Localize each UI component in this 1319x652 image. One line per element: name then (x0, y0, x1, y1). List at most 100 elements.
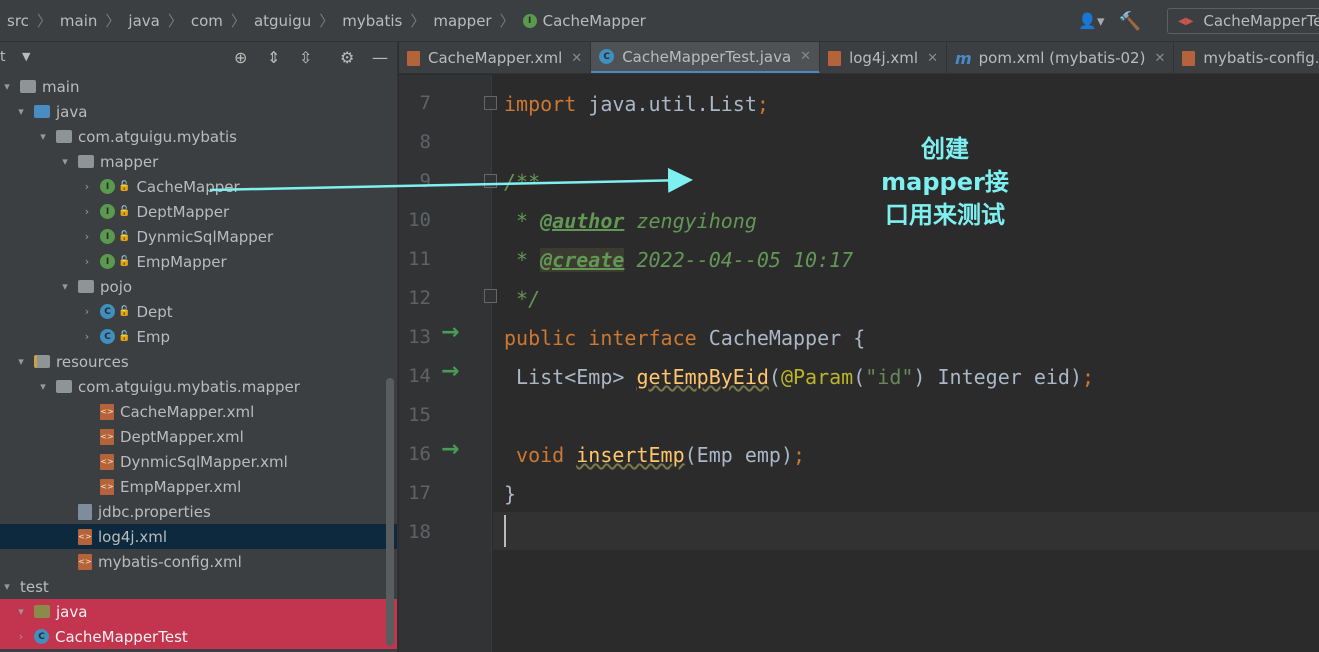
editor-tab[interactable]: mybatis-config.xml✕ (1174, 42, 1319, 73)
editor-tab[interactable]: m pom.xml (mybatis-02) ✕ (947, 42, 1175, 73)
project-scrollbar[interactable] (386, 378, 394, 646)
xml-file-icon (1182, 50, 1196, 66)
tree-item[interactable]: jdbc.properties (0, 499, 397, 524)
editor-tab[interactable]: log4j.xml ✕ (820, 42, 947, 73)
implementation-arrow-icon[interactable]: → (441, 437, 459, 462)
fold-marker-icon[interactable] (484, 174, 497, 188)
line-number: 10 (408, 209, 431, 231)
project-toolbar: t ▼ ⊕ ⇕ ⇳ ⚙ — (0, 42, 397, 74)
code-line-13: public interface CacheMapper { (504, 326, 865, 350)
access-lock-icon: 🔓 (118, 181, 131, 192)
gear-icon[interactable]: ⚙ (340, 48, 354, 67)
close-icon[interactable]: ✕ (927, 51, 938, 66)
chevron-down-icon[interactable]: ▾ (0, 80, 14, 93)
expand-all-icon[interactable]: ⇕ (267, 48, 280, 67)
code-line-7: import java.util.List; (504, 92, 769, 116)
collapse-all-icon[interactable]: ⇳ (299, 48, 312, 67)
editor-tab[interactable]: C CacheMapperTest.java ✕ (591, 42, 821, 73)
breadcrumb-item[interactable]: mapper (433, 12, 491, 30)
tree-item[interactable]: › I 🔓 DeptMapper (0, 199, 397, 224)
tree-item[interactable]: <> EmpMapper.xml (0, 474, 397, 499)
close-icon[interactable]: ✕ (800, 49, 811, 64)
text-caret (504, 515, 506, 547)
access-lock-icon: 🔓 (118, 331, 131, 342)
chevron-right-icon[interactable]: › (80, 205, 94, 218)
tree-item[interactable]: <> CacheMapper.xml (0, 399, 397, 424)
tree-item[interactable]: <> log4j.xml (0, 524, 397, 549)
interface-icon: I (100, 229, 115, 244)
tree-item-label: DeptMapper (136, 202, 230, 221)
breadcrumb-item[interactable]: src (7, 12, 29, 30)
chevron-right-icon[interactable]: › (80, 255, 94, 268)
tree-item[interactable]: › C 🔓 Dept (0, 299, 397, 324)
tree-item-label: java (56, 602, 88, 621)
chevron-down-icon[interactable]: ▾ (58, 280, 72, 293)
editor-tab[interactable]: CacheMapper.xml ✕ (399, 42, 592, 73)
tree-item[interactable]: › C 🔓 Emp (0, 324, 397, 349)
tree-item-label: com.atguigu.mybatis (78, 127, 237, 146)
breadcrumb-item[interactable]: main (60, 12, 97, 30)
run-configuration-selector[interactable]: ◀▶ CacheMapperTest (1167, 8, 1319, 34)
tree-item[interactable]: ▾ resources (0, 349, 397, 374)
tree-item[interactable]: ▾ mapper (0, 149, 397, 174)
tree-item[interactable]: ▾ main (0, 74, 397, 99)
tree-item[interactable]: ▾ pojo (0, 274, 397, 299)
line-number: 7 (419, 92, 431, 114)
line-number: 11 (408, 248, 431, 270)
minimize-icon[interactable]: — (372, 48, 388, 67)
tree-item[interactable]: <> mybatis-config.xml (0, 549, 397, 574)
breadcrumb-item[interactable]: I CacheMapper (522, 11, 646, 30)
code-editor[interactable]: 7 8 9 10 11 12 13 14 15 16 17 18 → → → import java.… (399, 75, 1319, 652)
user-icon[interactable]: 👤▾ (1078, 12, 1104, 30)
class-icon: C (100, 304, 115, 319)
breadcrumb-separator-icon: 〉 (499, 12, 515, 30)
breadcrumb-item[interactable]: com (191, 12, 223, 30)
tree-item[interactable]: <> DynmicSqlMapper.xml (0, 449, 397, 474)
chevron-down-icon[interactable]: ▾ (36, 380, 50, 393)
line-number: 15 (408, 404, 431, 426)
chevron-down-icon[interactable]: ▾ (58, 155, 72, 168)
tree-item[interactable]: › I 🔓 EmpMapper (0, 249, 397, 274)
tree-item[interactable]: ▾ com.atguigu.mybatis (0, 124, 397, 149)
implementation-arrow-icon[interactable]: → (441, 320, 459, 345)
chevron-right-icon[interactable]: › (80, 305, 94, 318)
chevron-down-icon[interactable]: ▾ (0, 580, 14, 593)
fold-marker-icon[interactable] (484, 289, 497, 303)
breadcrumb-item[interactable]: mybatis (342, 12, 402, 30)
implementation-arrow-icon[interactable]: → (441, 359, 459, 384)
code-line-12: */ (504, 287, 541, 311)
tree-item[interactable]: ▾ com.atguigu.mybatis.mapper (0, 374, 397, 399)
navigation-bar: src 〉 main 〉 java 〉 com 〉 atguigu 〉 mybatis 〉 mapper… (0, 0, 1319, 42)
chevron-right-icon[interactable]: › (80, 180, 94, 193)
chevron-right-icon[interactable]: › (80, 330, 94, 343)
tree-item[interactable]: ▾ java (0, 599, 397, 624)
chevron-down-icon[interactable]: ▾ (14, 605, 28, 618)
breadcrumb-item-label: CacheMapper (542, 11, 646, 30)
build-hammer-icon[interactable]: 🔨 (1119, 11, 1141, 32)
tree-item[interactable]: › I 🔓 DynmicSqlMapper (0, 224, 397, 249)
project-view-title[interactable]: t (0, 49, 6, 65)
chevron-down-icon[interactable]: ▾ (14, 105, 28, 118)
breadcrumb-item[interactable]: atguigu (254, 12, 311, 30)
tree-item[interactable]: ▾ java (0, 99, 397, 124)
semicolon: ; (1082, 365, 1095, 389)
chevron-down-icon[interactable]: ▾ (36, 130, 50, 143)
javadoc-tag: @author (540, 209, 625, 233)
close-icon[interactable]: ✕ (1154, 51, 1165, 66)
tree-item-label: test (20, 577, 49, 596)
close-icon[interactable]: ✕ (571, 51, 582, 66)
tree-item[interactable]: › I 🔓 CacheMapper (0, 174, 397, 199)
access-lock-icon: 🔓 (118, 206, 131, 217)
locate-target-icon[interactable]: ⊕ (234, 48, 247, 67)
breadcrumb-separator-icon: 〉 (36, 12, 52, 30)
chevron-right-icon[interactable]: › (80, 230, 94, 243)
tree-item[interactable]: ▾ test (0, 574, 397, 599)
tree-item[interactable]: <> DeptMapper.xml (0, 424, 397, 449)
chevron-down-icon[interactable]: ▼ (22, 50, 30, 63)
code-line-9: /** (504, 170, 541, 194)
chevron-right-icon[interactable]: › (14, 630, 28, 643)
chevron-down-icon[interactable]: ▾ (14, 355, 28, 368)
breadcrumb-item[interactable]: java (128, 12, 159, 30)
tree-item[interactable]: › C CacheMapperTest (0, 624, 397, 649)
fold-marker-icon[interactable] (484, 96, 497, 110)
